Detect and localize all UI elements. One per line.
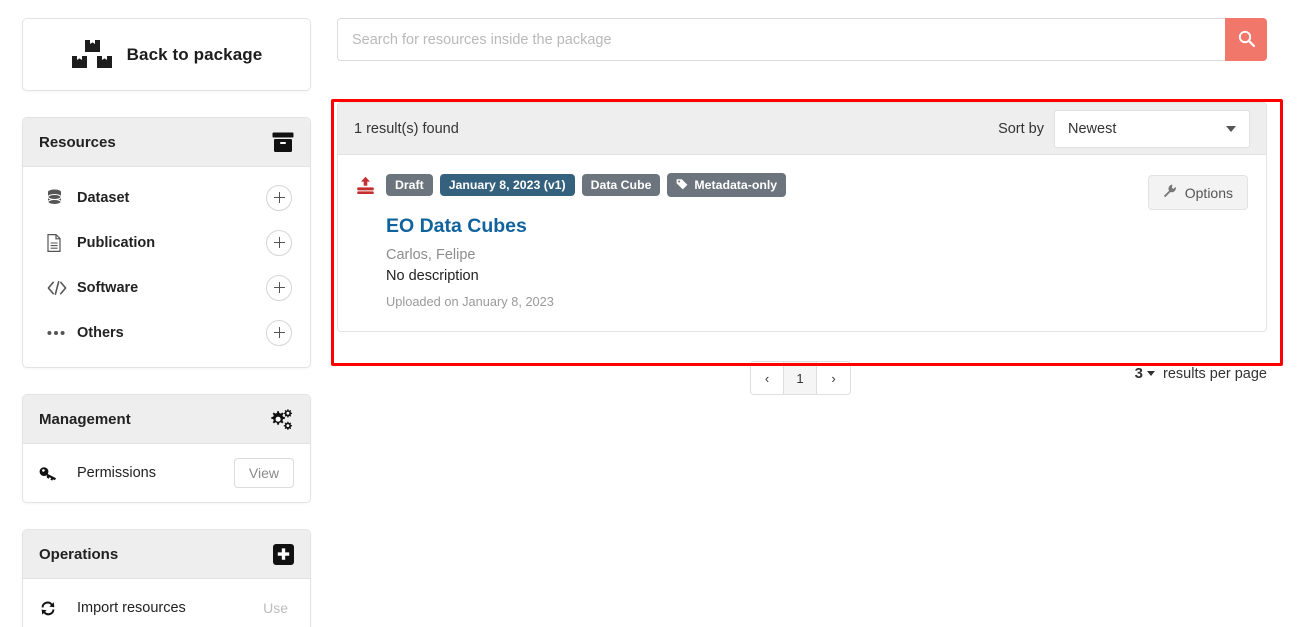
resources-list: Dataset Publication Software Others (23, 167, 310, 367)
permissions-view-button[interactable]: View (233, 458, 294, 488)
resource-row-software[interactable]: Software (23, 265, 310, 310)
upload-icon (356, 176, 375, 199)
search-icon (1238, 30, 1255, 50)
resource-row-dataset[interactable]: Dataset (23, 175, 310, 220)
badge-metadata-only-label: Metadata-only (694, 178, 778, 192)
search-bar (337, 18, 1267, 61)
operations-row-import-resources[interactable]: Import resources Use (23, 579, 310, 627)
resource-row-others[interactable]: Others (23, 310, 310, 355)
result-options-button[interactable]: Options (1147, 175, 1248, 210)
badge-draft: Draft (386, 174, 433, 197)
result-options-label: Options (1184, 184, 1233, 201)
resources-section-title: Resources (39, 133, 116, 151)
results-per-page[interactable]: 3 results per page (1135, 365, 1267, 382)
result-title-link[interactable]: EO Data Cubes (386, 215, 1148, 238)
management-section-title: Management (39, 410, 131, 428)
result-item: Draft January 8, 2023 (v1) Data Cube Met… (338, 155, 1266, 331)
import-resources-use-link[interactable]: Use (263, 600, 294, 616)
search-button[interactable] (1225, 18, 1267, 61)
plus-square-icon (273, 543, 294, 565)
gears-icon (268, 408, 294, 431)
management-row-permissions[interactable]: Permissions View (23, 444, 310, 502)
result-description: No description (386, 268, 479, 285)
results-per-page-value: 3 (1134, 365, 1144, 383)
pagination-page-1[interactable]: 1 (784, 362, 817, 395)
add-dataset-button[interactable] (266, 184, 292, 211)
result-type-icon-wrap (356, 173, 386, 309)
management-section: Management Permissions View (22, 394, 311, 503)
database-icon (47, 189, 73, 206)
sidebar: Back to package Resources Dataset Public… (22, 18, 311, 627)
badge-data-cube: Data Cube (581, 174, 661, 197)
operations-section-title: Operations (39, 545, 119, 563)
key-icon (39, 465, 65, 481)
add-software-button[interactable] (266, 274, 292, 301)
result-body: Draft January 8, 2023 (v1) Data Cube Met… (386, 173, 1148, 309)
main-content: 1 result(s) found Sort by Newest (337, 18, 1267, 396)
back-to-package-button[interactable]: Back to package (22, 18, 311, 91)
archive-box-icon (272, 132, 294, 153)
app-root: Back to package Resources Dataset Public… (0, 0, 1301, 627)
badge-metadata-only: Metadata-only (667, 173, 787, 198)
tag-icon (676, 178, 688, 192)
resources-section: Resources Dataset Publication Software O… (22, 117, 311, 368)
back-to-package-label: Back to package (126, 44, 263, 64)
resources-section-header: Resources (23, 118, 310, 167)
code-icon (47, 280, 73, 295)
resource-label-others: Others (77, 324, 124, 341)
results-panel: 1 result(s) found Sort by Newest Draft J… (337, 102, 1267, 333)
operations-section-header: Operations (23, 530, 310, 579)
resource-label-dataset: Dataset (77, 189, 130, 206)
chevron-down-icon (1147, 371, 1156, 377)
pagination-row: ‹ 1 › 3 results per page (337, 361, 1267, 396)
resource-label-publication: Publication (77, 234, 156, 251)
sort-by-label: Sort by (998, 120, 1044, 137)
file-text-icon (47, 233, 73, 252)
chevron-down-icon (1226, 125, 1236, 132)
search-input[interactable] (337, 18, 1225, 61)
resource-row-publication[interactable]: Publication (23, 220, 310, 265)
management-section-header: Management (23, 395, 310, 444)
add-publication-button[interactable] (266, 229, 292, 256)
result-badges: Draft January 8, 2023 (v1) Data Cube Met… (386, 173, 1148, 198)
result-author: Carlos, Felipe (386, 247, 476, 264)
pagination-next[interactable]: › (817, 362, 850, 394)
sort-by-select[interactable]: Newest (1054, 109, 1250, 148)
result-uploaded-date: Uploaded on January 8, 2023 (386, 294, 554, 310)
results-per-page-label: results per page (1163, 365, 1267, 382)
sync-icon (39, 600, 65, 617)
results-header: 1 result(s) found Sort by Newest (338, 103, 1266, 155)
import-resources-label: Import resources (77, 600, 186, 616)
pagination: ‹ 1 › (750, 361, 851, 396)
results-count: 1 result(s) found (354, 120, 459, 137)
permissions-label: Permissions (77, 465, 156, 481)
resource-label-software: Software (77, 279, 139, 296)
boxes-icon (71, 39, 113, 71)
sort-by-value: Newest (1068, 120, 1117, 137)
pagination-prev[interactable]: ‹ (751, 362, 784, 395)
sort-control: Sort by Newest (998, 109, 1250, 148)
add-others-button[interactable] (266, 319, 292, 346)
ellipsis-icon (47, 330, 73, 336)
operations-section: Operations Import resources Use (22, 529, 311, 627)
wrench-icon (1163, 184, 1177, 201)
badge-version: January 8, 2023 (v1) (439, 174, 575, 197)
